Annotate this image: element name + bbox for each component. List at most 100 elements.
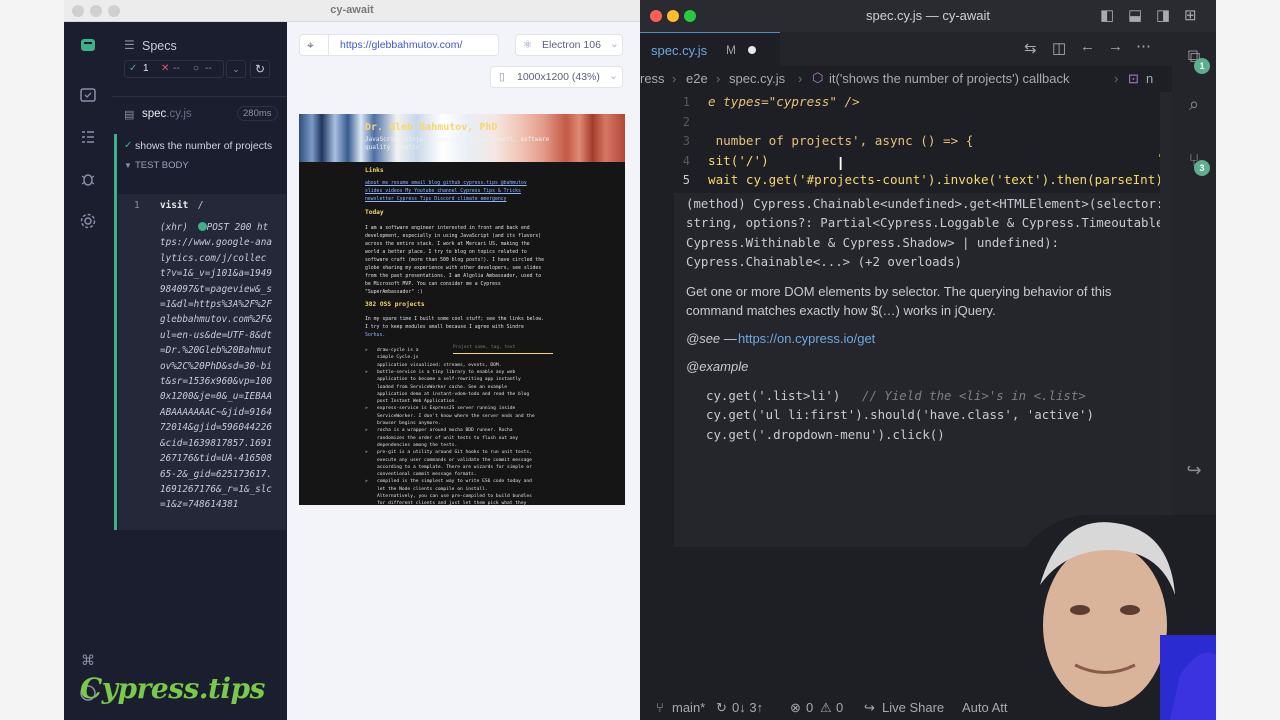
electron-icon: ⚛	[523, 39, 533, 51]
hover-example-code: cy.get('.list>li')	[706, 388, 841, 403]
hover-signature: Cypress.Chainable<...> (+2 overloads)	[686, 254, 963, 269]
toggle-panel-icon[interactable]: ⬓	[1128, 6, 1142, 24]
breadcrumb-separator-icon: ›	[672, 71, 677, 86]
toggle-sidebar-icon[interactable]: ◧	[1100, 6, 1114, 24]
project-line: pre-git is a utility around Git hooks to…	[377, 450, 532, 456]
project-line: dependencies among the tests.	[377, 442, 458, 448]
compare-changes-icon[interactable]: ⇆	[1024, 39, 1037, 57]
warning-icon: ⚠	[820, 700, 832, 715]
method-symbol-icon: ⬡	[812, 70, 824, 85]
customize-layout-icon[interactable]: ⊞	[1184, 6, 1197, 24]
tab-modified-status: M	[726, 43, 736, 57]
today-text: "SuperAmbassador" :)	[365, 290, 423, 295]
project-line: application demo at instant-vdom-todo an…	[377, 391, 530, 397]
pending-circle-icon: ○	[193, 63, 200, 74]
live-share-icon[interactable]: ↪	[1182, 458, 1206, 482]
project-bullet-icon: »	[365, 406, 368, 412]
project-line: randomizes the order of unit tests to fl…	[377, 435, 519, 441]
tab-file-name: spec.cy.js	[651, 43, 708, 58]
crosshair-icon[interactable]: ⌖	[307, 38, 314, 53]
hover-description: command matches exactly how $(…) works i…	[686, 303, 996, 318]
today-text: from the past presentations. I am Algoli…	[365, 274, 542, 279]
specs-list-icon[interactable]: ☰	[124, 38, 135, 52]
debug-nav-icon[interactable]	[78, 170, 98, 190]
status-auto-attach[interactable]: Auto Att	[962, 700, 1008, 715]
specs-label[interactable]: Specs	[142, 39, 177, 53]
project-line: rocha is a wrapper around mocha BDD runn…	[377, 428, 513, 434]
passed-count: 1	[143, 63, 149, 74]
divider	[328, 35, 329, 55]
xhr-method: POST	[206, 222, 229, 233]
code-line: number of projects', async () => {	[708, 133, 974, 148]
browser-selector[interactable]: ⚛ Electron 106 ⌄	[515, 34, 623, 56]
breadcrumb-item[interactable]: spec.cy.js	[729, 71, 785, 86]
viewport-info[interactable]: ▯ 1000x1200 (43%) ⌄	[490, 66, 623, 88]
code-line: sit('/')	[708, 153, 769, 168]
specs-nav-icon[interactable]	[78, 86, 98, 106]
error-icon: ⊗	[790, 700, 801, 715]
xhr-status: 200	[234, 222, 252, 233]
project-bullet-icon: »	[365, 479, 368, 485]
collapse-caret-icon[interactable]: ▼	[124, 161, 132, 170]
rerun-refresh-icon[interactable]: ↻	[250, 60, 270, 78]
more-actions-icon[interactable]: ⋯	[1136, 37, 1151, 55]
chevron-down-icon[interactable]: ⌄	[226, 60, 246, 78]
status-errors[interactable]: 0	[806, 700, 813, 715]
hover-example-comment: // Yield the <li>'s in <.list>	[862, 388, 1086, 403]
links-row-2[interactable]: slides videos My Youtube channel Cypress…	[365, 189, 521, 194]
links-row-3[interactable]: newsletter Cypress Tips Discord climate …	[365, 197, 507, 202]
breadcrumb-item[interactable]: ress	[640, 71, 665, 86]
status-sync[interactable]: 0↓ 3↑	[732, 700, 763, 715]
hover-example-code: cy.get('ul li:first').should('have.class…	[706, 407, 1094, 422]
command-index: 1	[134, 200, 140, 211]
text-cursor-icon: I	[838, 154, 844, 175]
line-number: 2	[682, 115, 690, 129]
today-text: across the entire stack. I work at Merca…	[365, 242, 530, 247]
project-line: simple Cycle.js	[377, 355, 419, 361]
runs-nav-icon[interactable]	[78, 128, 98, 148]
today-heading: Today	[365, 209, 384, 216]
cypress-logo-icon[interactable]	[78, 36, 98, 56]
viewport-icon: ▯	[499, 71, 505, 83]
test-pass-check-icon: ✓	[124, 140, 133, 151]
divider	[112, 96, 287, 97]
project-line: let the Node clients compile on install.	[377, 486, 488, 492]
project-line: conventional commit message formats.	[377, 472, 477, 478]
xhr-command[interactable]: (xhr) POST 200 https://www.google-analyt…	[160, 220, 272, 513]
settings-gear-icon[interactable]	[78, 212, 98, 232]
aut-url-bar[interactable]: ⌖ https://glebbahmutov.com/	[299, 34, 499, 56]
tab-spec-cy-js[interactable]: spec.cy.js M	[640, 32, 780, 66]
go-back-icon[interactable]: ←	[1080, 38, 1095, 55]
go-forward-icon[interactable]: →	[1108, 38, 1123, 55]
status-branch[interactable]: main*	[672, 700, 705, 715]
links-row-1[interactable]: about me resume email blog github cypres…	[365, 181, 527, 186]
hover-description: Get one or more DOM elements by selector…	[686, 284, 1112, 299]
toggle-secondary-sidebar-icon[interactable]: ◨	[1156, 6, 1170, 24]
spec-file-icon: ▤	[124, 109, 135, 121]
spec-file-name[interactable]: spec.cy.js	[142, 108, 192, 120]
command-name[interactable]: visit	[160, 198, 188, 214]
passed-check-icon: ✓	[129, 63, 138, 74]
status-live-share[interactable]: Live Share	[882, 700, 944, 715]
project-line: for different clients and just let them …	[377, 501, 527, 505]
failed-count: --	[173, 63, 180, 74]
breadcrumb-item[interactable]: n	[1146, 71, 1153, 86]
search-icon[interactable]: ⌕	[1182, 92, 1206, 116]
keyboard-shortcuts-icon[interactable]: ⌘	[78, 650, 98, 670]
breadcrumb-item[interactable]: e2e	[686, 71, 708, 86]
unsaved-dot-icon[interactable]	[748, 46, 756, 54]
spec-file-ext: .cy.js	[166, 108, 192, 120]
today-text: I am a software engineer interested in f…	[365, 226, 530, 231]
status-warnings[interactable]: 0	[836, 700, 843, 715]
test-pass-indicator	[114, 134, 117, 530]
cypress-window-title: cy-await	[330, 4, 374, 16]
test-title[interactable]: shows the number of projects	[135, 140, 272, 152]
project-line: Alternatively, you can use pre-compiled …	[377, 494, 532, 499]
breadcrumb: ress › e2e › spec.cy.js › ⬡ it('shows th…	[640, 66, 1172, 92]
project-line: compiled is the simplest way to write ES…	[377, 479, 532, 485]
hover-see-link[interactable]: https://on.cypress.io/get	[738, 331, 875, 346]
cypress-side-nav: ⌘	[64, 22, 112, 720]
project-filter-input[interactable]: Project name, tag, text	[453, 345, 553, 354]
breadcrumb-item[interactable]: it('shows the number of projects') callb…	[829, 71, 1070, 86]
split-editor-icon[interactable]: ◫	[1052, 39, 1066, 57]
